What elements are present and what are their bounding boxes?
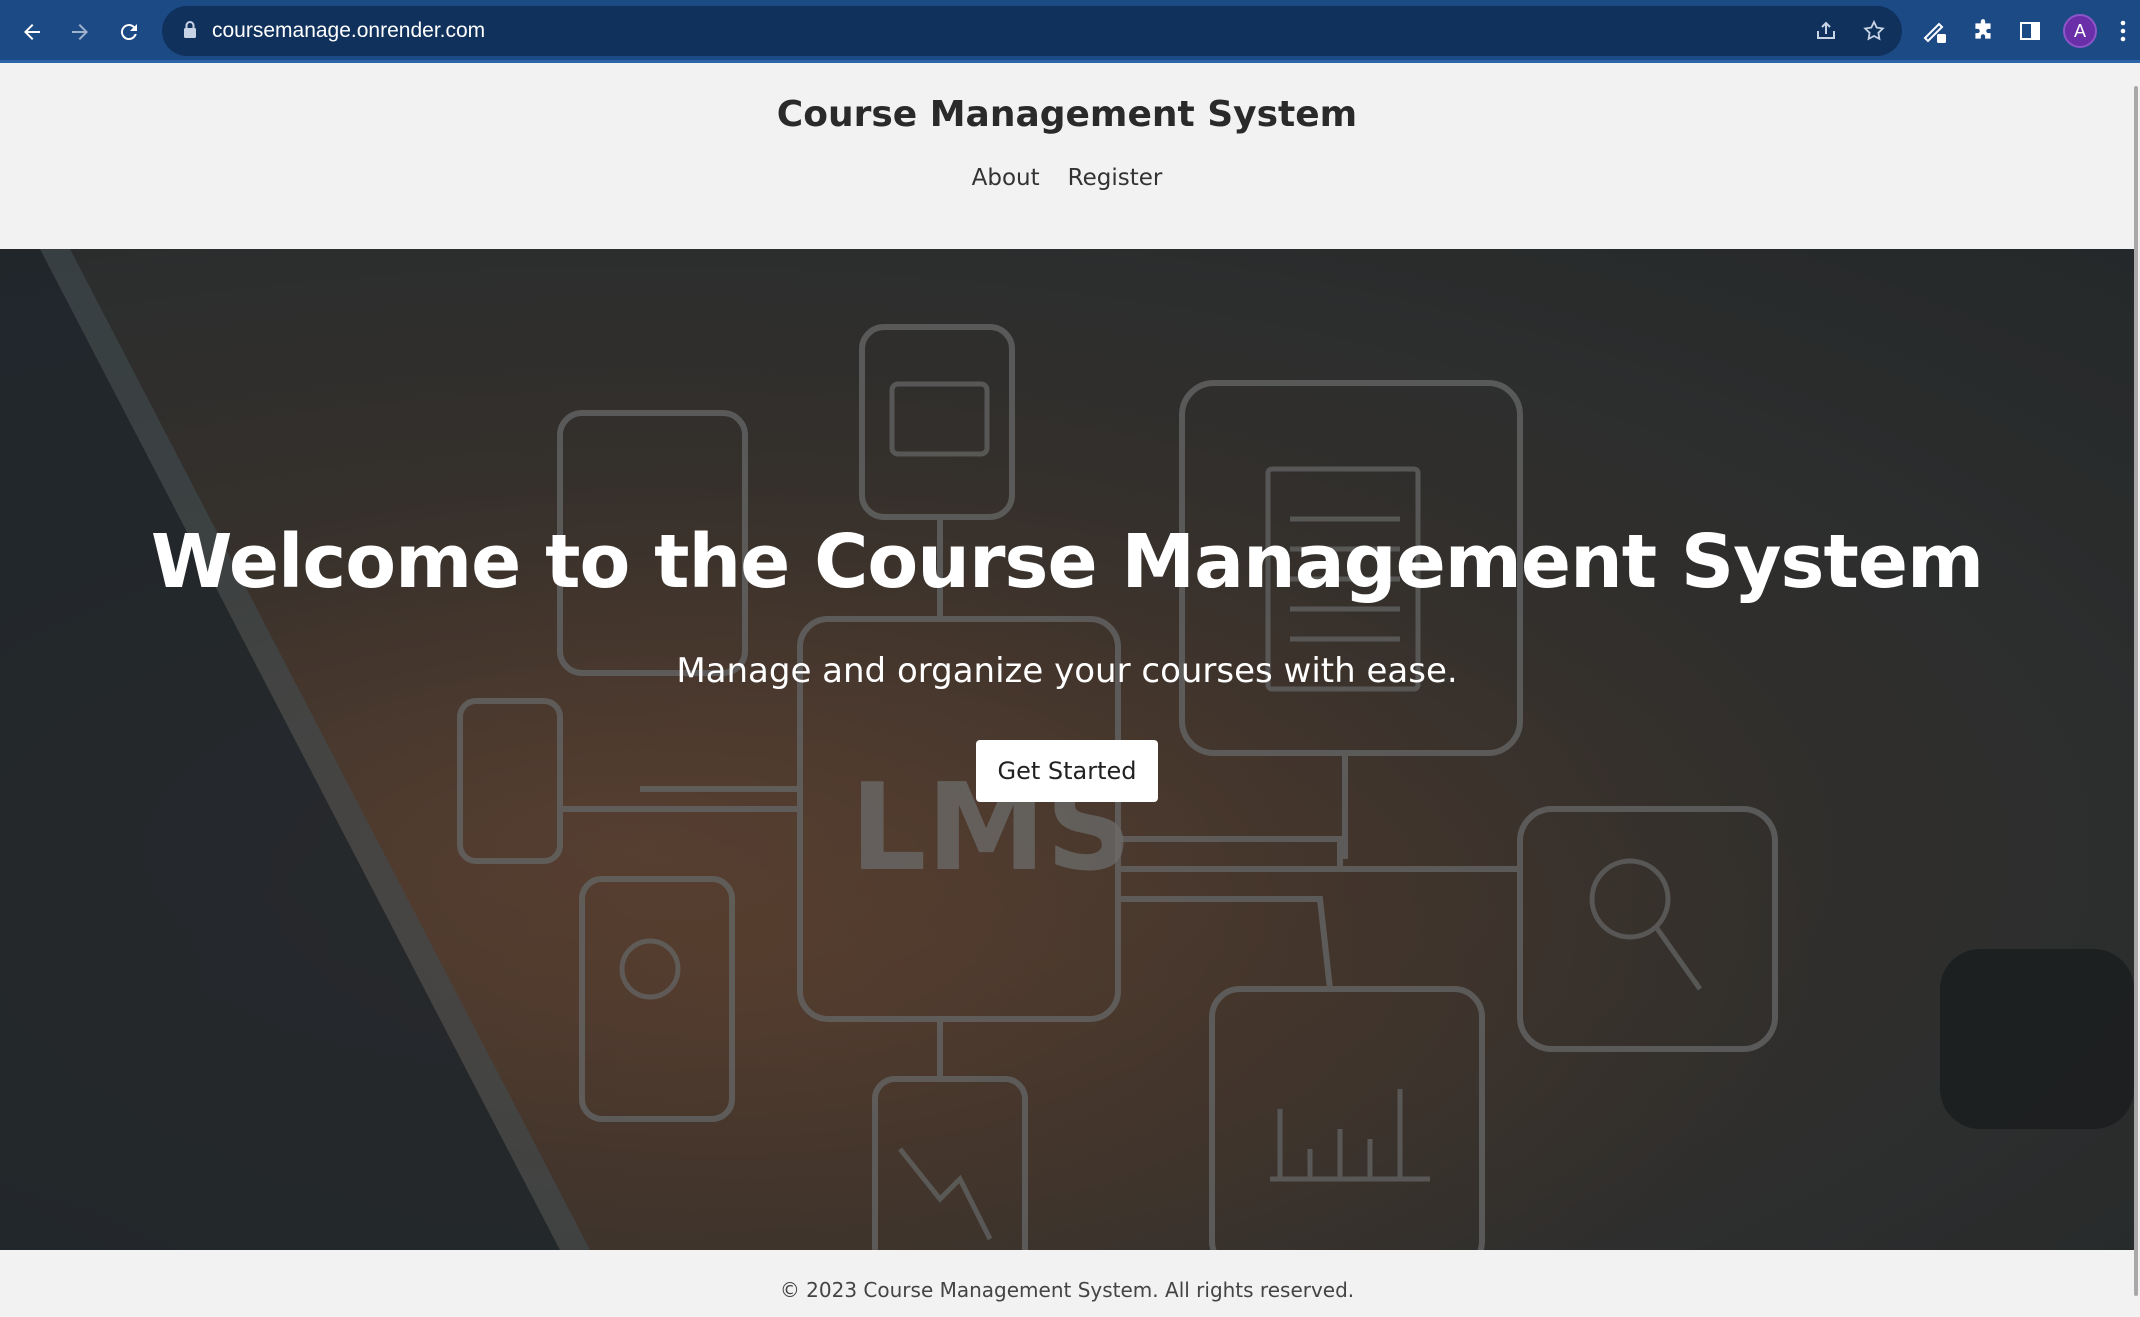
side-panel-icon[interactable] bbox=[2013, 14, 2047, 48]
nav-link-about[interactable]: About bbox=[972, 165, 1040, 191]
hero-title: Welcome to the Course Management System bbox=[150, 519, 1984, 605]
get-started-button[interactable]: Get Started bbox=[976, 740, 1158, 802]
page-scrollbar[interactable] bbox=[2134, 66, 2140, 1317]
arrow-right-icon bbox=[72, 24, 88, 40]
url-text[interactable]: coursemanage.onrender.com bbox=[212, 6, 485, 56]
nav-link-register[interactable]: Register bbox=[1068, 165, 1163, 191]
arrow-left-icon bbox=[24, 24, 40, 40]
puzzle-icon[interactable] bbox=[1966, 14, 2000, 48]
site-footer: © 2023 Course Management System. All rig… bbox=[0, 1250, 2134, 1317]
hero-section: LMS Welcome to the Course Management Sys… bbox=[0, 249, 2134, 1250]
site-title: Course Management System bbox=[776, 94, 1358, 135]
reload-icon bbox=[120, 24, 137, 41]
copyright-text: © 2023 Course Management System. All rig… bbox=[779, 1278, 1355, 1302]
star-icon[interactable] bbox=[1860, 17, 1888, 45]
pen-icon[interactable] bbox=[1918, 14, 1952, 48]
main-nav: About Register bbox=[0, 165, 2134, 191]
profile-avatar[interactable]: A bbox=[2063, 14, 2097, 48]
share-icon[interactable] bbox=[1812, 17, 1840, 45]
reload-button[interactable] bbox=[109, 12, 149, 52]
kebab-menu-icon[interactable] bbox=[2110, 14, 2136, 48]
back-button[interactable] bbox=[12, 12, 52, 52]
forward-button[interactable] bbox=[60, 12, 100, 52]
address-bar[interactable]: coursemanage.onrender.com bbox=[162, 6, 1902, 56]
lock-icon[interactable] bbox=[182, 20, 198, 45]
site-header: Course Management System About Register bbox=[0, 66, 2134, 249]
scrollbar-thumb[interactable] bbox=[2134, 86, 2138, 1296]
browser-toolbar: coursemanage.onrender.com A bbox=[0, 0, 2140, 63]
hero-subtitle: Manage and organize your courses with ea… bbox=[676, 651, 1458, 691]
